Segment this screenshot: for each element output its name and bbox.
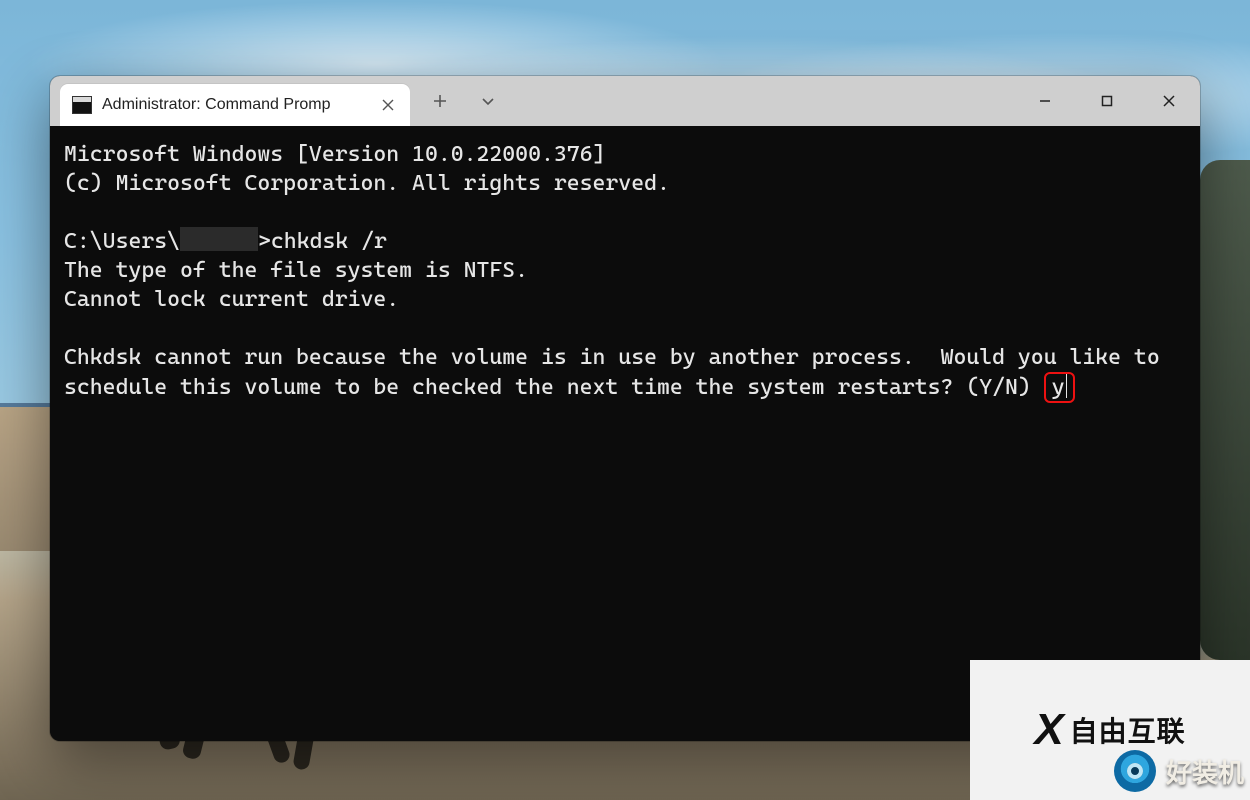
terminal-body[interactable]: Microsoft Windows [Version 10.0.22000.37… (50, 126, 1200, 741)
close-icon (382, 99, 394, 111)
tab-active[interactable]: Administrator: Command Promp (60, 84, 410, 126)
tab-title: Administrator: Command Promp (102, 96, 331, 114)
chevron-down-icon (481, 94, 495, 108)
output-line-1: The type of the file system is NTFS. (64, 258, 528, 283)
window-buttons (1014, 76, 1200, 126)
prompt-line: C:\Users\ >chkdsk /r (64, 229, 387, 254)
cmd-icon (72, 96, 92, 114)
tab-actions (410, 76, 518, 126)
maximize-button[interactable] (1076, 76, 1138, 126)
prompt-suffix: > (258, 229, 271, 254)
tab-dropdown-button[interactable] (466, 79, 510, 123)
terminal-window: Administrator: Command Promp (50, 76, 1200, 741)
titlebar-drag-region[interactable] (518, 76, 1014, 126)
new-tab-button[interactable] (418, 79, 462, 123)
command-text: chkdsk /r (271, 229, 387, 254)
close-icon (1162, 94, 1176, 108)
maximize-icon (1100, 94, 1114, 108)
text-caret (1066, 374, 1067, 398)
tab-close-button[interactable] (374, 91, 402, 119)
watermark-disc-icon (1114, 750, 1156, 792)
output-message: Chkdsk cannot run because the volume is … (64, 345, 1173, 400)
close-window-button[interactable] (1138, 76, 1200, 126)
watermark-strip-text: 好装机 (1166, 753, 1244, 790)
answer-text: y (1052, 375, 1065, 400)
answer-highlight: y (1044, 372, 1075, 403)
banner-line-1: Microsoft Windows [Version 10.0.22000.37… (64, 142, 605, 167)
plus-icon (433, 94, 447, 108)
minimize-button[interactable] (1014, 76, 1076, 126)
output-line-2: Cannot lock current drive. (64, 287, 399, 312)
watermark-strip: 好装机 (1114, 750, 1244, 792)
prompt-user-redacted (180, 227, 258, 251)
tab-strip: Administrator: Command Promp (50, 76, 410, 126)
banner-line-2: (c) Microsoft Corporation. All rights re… (64, 171, 670, 196)
watermark-x-icon: X (1034, 705, 1059, 755)
prompt-prefix: C:\Users\ (64, 229, 180, 254)
watermark-box-text: 自由互联 (1070, 710, 1186, 750)
titlebar[interactable]: Administrator: Command Promp (50, 76, 1200, 126)
minimize-icon (1038, 94, 1052, 108)
